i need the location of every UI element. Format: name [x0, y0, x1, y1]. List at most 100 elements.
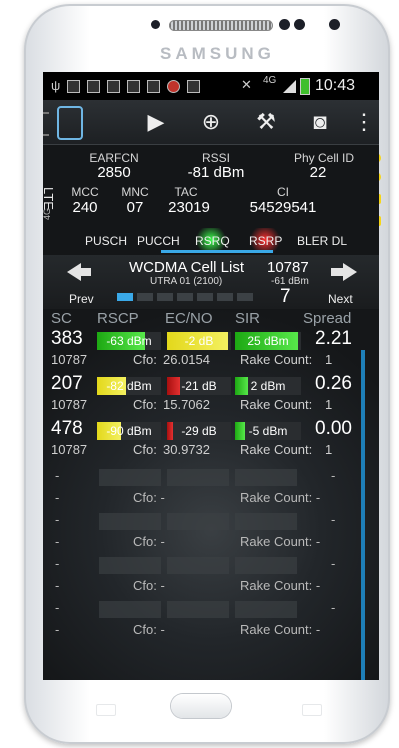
rscp-meter-empty [99, 513, 161, 530]
pci-label: Phy Cell ID [293, 151, 355, 165]
col-rscp: RSCP [97, 310, 139, 327]
active-tab-indicator [161, 250, 273, 253]
row-uarfcn: - [55, 578, 60, 593]
rscp-meter-empty [99, 469, 161, 486]
row-uarfcn: - [55, 534, 60, 549]
table-row-empty[interactable]: - - - Cfo: - Rake Count: - [43, 600, 373, 644]
row-rake: Rake Count: - [240, 534, 321, 549]
ecno-meter-value: -21 dB [181, 379, 217, 393]
page-dot[interactable] [197, 293, 213, 301]
ecno-meter-value: -2 dB [184, 334, 214, 348]
earfcn-value: 2850 [97, 164, 131, 181]
row-rake-label: Rake Count: [240, 442, 313, 457]
table-row-empty[interactable]: - - - Cfo: - Rake Count: - [43, 512, 373, 556]
row-cfo-label: Cfo: [133, 442, 157, 457]
row-cfo-label: Cfo: [133, 397, 157, 412]
row-cfo: 26.0154 [163, 352, 210, 367]
row-uarfcn: 10787 [51, 352, 88, 367]
status-bar: ψ ✕ 4G 10:43 [43, 72, 379, 100]
row-cfo: Cfo: - [133, 622, 165, 637]
row-spread: 0.26 [315, 373, 352, 394]
rscp-meter-empty [99, 601, 161, 618]
ecno-meter: -2 dB [167, 332, 231, 350]
row-rake: 1 [325, 397, 333, 412]
cell-list-title: WCDMA Cell List [129, 259, 245, 276]
prev-label[interactable]: Prev [69, 292, 94, 306]
sir-meter-bar [235, 377, 248, 395]
table-row[interactable]: 478 0.00 10787 Cfo: 30.9732 Rake Count: 1 -90 d… [43, 418, 373, 466]
page-dot[interactable] [177, 293, 193, 301]
cell-list-uarfcn: 10787 [267, 259, 309, 276]
cell-table: SC RSCP EC/NO SIR Spread 383 2.21 10787 Cfo… [43, 310, 379, 680]
row-spread: - [331, 600, 336, 615]
ecno-meter-empty [167, 557, 229, 574]
table-row-empty[interactable]: - - - Cfo: - Rake Count: - [43, 468, 373, 512]
page-dot-active[interactable] [117, 293, 133, 301]
add-circle-icon[interactable]: ⊕ [196, 106, 226, 138]
prev-arrow-shaft[interactable] [79, 268, 91, 276]
screen: ψ ✕ 4G 10:43 ▶ ⊕ ⚒ ◙ ⋮ EARFCN 2850 RSSI … [43, 72, 379, 680]
front-camera [279, 19, 290, 30]
menu-key[interactable] [96, 704, 116, 716]
row-sc: - [55, 600, 60, 615]
next-label[interactable]: Next [328, 292, 353, 306]
play-icon[interactable]: ▶ [141, 106, 171, 138]
tab-pucch[interactable]: PUCCH [137, 234, 180, 248]
page-dot[interactable] [217, 293, 233, 301]
next-arrow-icon[interactable] [343, 263, 357, 281]
table-row-empty[interactable]: - - - Cfo: - Rake Count: - [43, 556, 373, 600]
table-row[interactable]: 383 2.21 10787 Cfo: 26.0154 Rake Count: 1 -63 d… [43, 328, 373, 376]
row-sc: - [55, 556, 60, 571]
table-row[interactable]: 207 0.26 10787 Cfo: 15.7062 Rake Count: 1 -82 d… [43, 373, 373, 421]
notification-icon-3 [107, 80, 120, 93]
tab-rsrp[interactable]: RSRP [249, 234, 282, 248]
row-uarfcn: - [55, 622, 60, 637]
tab-bler-dl[interactable]: BLER DL [297, 234, 347, 248]
sir-meter-bar [235, 422, 245, 440]
lte-tech-label: LTE [43, 187, 56, 210]
notification-icon-5 [147, 80, 160, 93]
mnc-value: 07 [126, 199, 144, 216]
notification-icon-7 [187, 80, 200, 93]
ecno-meter-empty [167, 469, 229, 486]
image-notification-icon [67, 80, 80, 93]
row-rake: 1 [325, 352, 333, 367]
page-dot[interactable] [237, 293, 253, 301]
ci-label: CI [277, 185, 289, 199]
device-brand: SAMSUNG [160, 44, 275, 63]
wrench-icon[interactable]: ⚒ [251, 106, 281, 138]
page-dot[interactable] [157, 293, 173, 301]
row-cfo: 15.7062 [163, 397, 210, 412]
row-rake-label: Rake Count: [240, 397, 313, 412]
row-sc: - [55, 468, 60, 483]
page-dot[interactable] [137, 293, 153, 301]
ci-value: 54529541 [249, 199, 317, 216]
sir-meter-value: 2 dBm [250, 379, 286, 393]
camera-icon[interactable]: ◙ [305, 106, 335, 138]
tac-label: TAC [174, 185, 198, 199]
sir-meter-value: -5 dBm [248, 424, 288, 438]
ecno-meter-value: -29 dB [181, 424, 217, 438]
rscp-meter: -63 dBm [97, 332, 161, 350]
rscp-meter-empty [99, 557, 161, 574]
clock: 10:43 [315, 77, 356, 94]
toolbar: ▶ ⊕ ⚒ ◙ ⋮ [43, 100, 379, 145]
back-key[interactable] [302, 704, 322, 716]
row-spread: 0.00 [315, 418, 352, 439]
home-button[interactable] [171, 694, 231, 718]
row-rake-label: Rake Count: [240, 352, 313, 367]
app-logo-icon[interactable] [57, 106, 83, 140]
drawer-handle[interactable] [43, 112, 49, 136]
next-arrow-shaft[interactable] [331, 268, 343, 276]
overflow-menu-icon[interactable]: ⋮ [353, 106, 375, 138]
tab-pusch[interactable]: PUSCH [85, 234, 127, 248]
row-rake: Rake Count: - [240, 490, 321, 505]
tab-rsrq[interactable]: RSRQ [195, 234, 230, 248]
mcc-label: MCC [71, 185, 99, 199]
rscp-meter-value: -90 dBm [106, 424, 152, 438]
pci-value: 22 [309, 164, 327, 181]
page-indicator [117, 293, 267, 301]
signal-icon [283, 80, 296, 93]
earpiece [169, 20, 273, 31]
row-uarfcn: 10787 [51, 397, 88, 412]
